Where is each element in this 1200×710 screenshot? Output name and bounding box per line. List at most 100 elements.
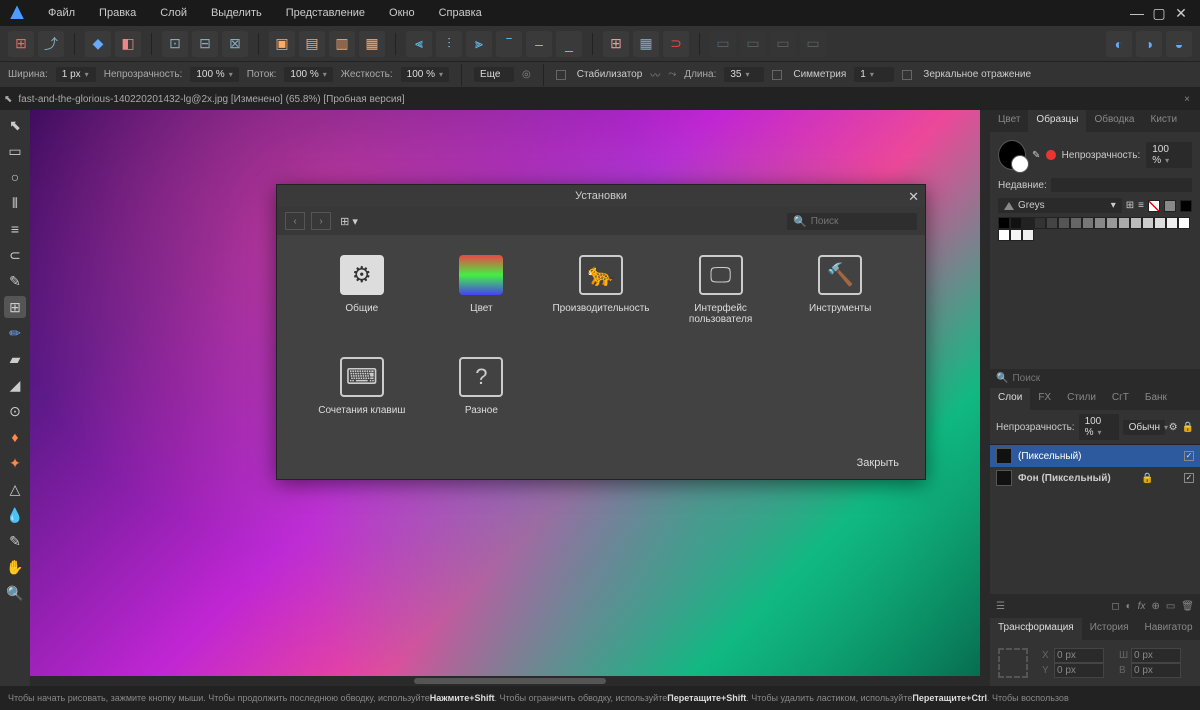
maximize-button[interactable]: ▢ — [1152, 6, 1166, 20]
eyedropper-icon[interactable]: ✎ — [1032, 150, 1040, 161]
toolbar-snap2-icon[interactable]: ⊟ — [192, 31, 218, 57]
tab-transform[interactable]: Трансформация — [990, 618, 1082, 640]
dialog-close-icon[interactable]: ✕ — [908, 189, 919, 205]
nocolor-icon[interactable] — [1148, 200, 1160, 212]
back-button[interactable]: ‹ — [285, 212, 305, 230]
tab-swatches[interactable]: Образцы — [1028, 110, 1086, 132]
toolbar-quickmask-icon[interactable]: ◧ — [115, 31, 141, 57]
flow-field[interactable]: 100 % — [284, 67, 332, 82]
category-misc[interactable]: ? Разное — [427, 357, 537, 428]
dialog-search-input[interactable] — [811, 216, 943, 227]
drop-tool[interactable]: 💧 — [4, 504, 26, 526]
transform-w-field[interactable] — [1131, 648, 1181, 663]
layer-visibility-checkbox[interactable] — [1184, 451, 1194, 461]
palette-selector[interactable]: Greys ▾ — [998, 198, 1122, 213]
forward-button[interactable]: › — [311, 212, 331, 230]
move-tool[interactable]: ⬉ — [4, 114, 26, 136]
transform-h-field[interactable] — [1131, 663, 1181, 678]
dialog-search[interactable]: 🔍 — [787, 213, 917, 230]
width-field[interactable]: 1 px — [56, 67, 96, 82]
menu-view[interactable]: Представление — [276, 3, 375, 23]
toolbar-align-top-icon[interactable]: ‾ — [496, 31, 522, 57]
grid-view-icon[interactable]: ⊞ ▾ — [337, 212, 361, 230]
heal-tool[interactable]: ✦ — [4, 452, 26, 474]
tab-fx[interactable]: FX — [1030, 388, 1059, 410]
toolbar-align-center-icon[interactable]: ⫶ — [436, 31, 462, 57]
pixel-tool[interactable]: ⊞ — [4, 296, 26, 318]
symmetry-field[interactable]: 1 — [854, 67, 894, 82]
recent-colors[interactable] — [1051, 178, 1192, 192]
flame-tool[interactable]: ♦ — [4, 426, 26, 448]
category-performance[interactable]: 🐆 Производительность — [546, 255, 656, 337]
hand-tool[interactable]: ✋ — [4, 556, 26, 578]
grey-swatch[interactable] — [1164, 200, 1176, 212]
toolbar-selection-icon[interactable]: ◆ — [85, 31, 111, 57]
layers-search-input[interactable] — [1012, 373, 1194, 384]
target-icon[interactable]: ◎ — [522, 69, 531, 80]
length-field[interactable]: 35 — [724, 67, 764, 82]
adjust-icon[interactable]: ◐ — [1126, 601, 1132, 612]
toolbar-align-right-icon[interactable]: ⫸ — [466, 31, 492, 57]
lock-icon[interactable]: 🔒 — [1182, 422, 1194, 433]
gear-icon[interactable]: ⚙ — [1169, 422, 1178, 433]
layer-item[interactable]: Фон (Пиксельный) 🔒 — [990, 467, 1200, 489]
add-layer-icon[interactable]: ⊕ — [1151, 601, 1159, 612]
tab-brushes[interactable]: Кисти — [1143, 110, 1186, 132]
menu-layer[interactable]: Слой — [150, 3, 197, 23]
dialog-titlebar[interactable]: Установки ✕ — [277, 185, 925, 207]
menu-help[interactable]: Справка — [429, 3, 492, 23]
brush2-tool[interactable]: ✎ — [4, 530, 26, 552]
palette-list-icon[interactable]: ≡ — [1138, 200, 1144, 211]
menu-select[interactable]: Выделить — [201, 3, 272, 23]
toolbar-persona2-icon[interactable]: ◑ — [1136, 31, 1162, 57]
fx-icon[interactable]: fx — [1138, 601, 1146, 612]
toolbar-persona1-icon[interactable]: ◐ — [1106, 31, 1132, 57]
panel-opacity-field[interactable]: 100 % — [1146, 142, 1192, 168]
toolbar-grid-icon[interactable]: ⊞ — [8, 31, 34, 57]
toolbar-pixel-icon[interactable]: ▦ — [633, 31, 659, 57]
menu-edit[interactable]: Правка — [89, 3, 146, 23]
symmetry-checkbox[interactable] — [772, 70, 782, 80]
toolbar-align-left-icon[interactable]: ⫷ — [406, 31, 432, 57]
blend-mode-field[interactable]: Обычн — [1123, 420, 1165, 435]
palette-grid-icon[interactable]: ⊞ — [1126, 200, 1134, 211]
tab-styles[interactable]: Стили — [1059, 388, 1104, 410]
zoom-tool[interactable]: 🔍 — [4, 582, 26, 604]
menu-window[interactable]: Окно — [379, 3, 425, 23]
marquee-rect-tool[interactable]: ▭ — [4, 140, 26, 162]
layers-icon[interactable]: ☰ — [996, 601, 1005, 612]
toolbar-magnet-icon[interactable]: ⊃ — [663, 31, 689, 57]
more-button[interactable]: Еще — [474, 67, 514, 82]
category-color[interactable]: Цвет — [427, 255, 537, 337]
hardness-field[interactable]: 100 % — [401, 67, 449, 82]
marquee-row-tool[interactable]: ≡ — [4, 218, 26, 240]
tab-layers[interactable]: Слои — [990, 388, 1030, 410]
document-close-icon[interactable]: × — [1178, 94, 1196, 105]
horizontal-scrollbar[interactable] — [30, 676, 990, 686]
menu-file[interactable]: Файл — [38, 3, 85, 23]
toolbar-share-icon[interactable]: ⤴ — [38, 31, 64, 57]
toolbar-persona3-icon[interactable]: ◒ — [1166, 31, 1192, 57]
close-window-button[interactable]: ✕ — [1174, 6, 1188, 20]
lasso-tool[interactable]: ⊂ — [4, 244, 26, 266]
delete-layer-icon[interactable]: 🗑 — [1181, 601, 1194, 612]
toolbar-align-bottom-icon[interactable]: _ — [556, 31, 582, 57]
toolbar-snap3-icon[interactable]: ⊠ — [222, 31, 248, 57]
curve2-icon[interactable]: ⤳ — [668, 69, 676, 80]
toolbar-align-middle-icon[interactable]: – — [526, 31, 552, 57]
tab-color[interactable]: Цвет — [990, 110, 1028, 132]
fill-tool[interactable]: ▰ — [4, 348, 26, 370]
tab-navigator[interactable]: Навигатор — [1137, 618, 1200, 640]
brush-tool[interactable]: ✎ — [4, 270, 26, 292]
anchor-widget[interactable] — [998, 648, 1028, 678]
tab-history[interactable]: История — [1082, 618, 1137, 640]
mask-icon[interactable]: ◻ — [1111, 601, 1119, 612]
tab-stroke[interactable]: Обводка — [1086, 110, 1142, 132]
layers-search[interactable]: 🔍 — [990, 369, 1200, 388]
toolbar-arrange2-icon[interactable]: ▤ — [299, 31, 325, 57]
category-general[interactable]: ⚙ Общие — [307, 255, 417, 337]
category-shortcuts[interactable]: ⌨ Сочетания клавиш — [307, 357, 417, 428]
vertical-scrollbar[interactable] — [980, 110, 990, 676]
layer-opacity-field[interactable]: 100 % — [1079, 414, 1119, 440]
stabilizer-checkbox[interactable] — [556, 70, 566, 80]
